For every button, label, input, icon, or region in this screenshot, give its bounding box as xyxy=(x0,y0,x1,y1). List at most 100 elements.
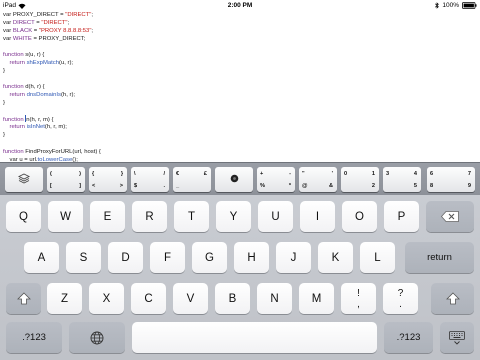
key-d[interactable]: D xyxy=(108,242,143,273)
code-token: FindProxyForURL(url, host) { xyxy=(23,149,101,155)
extra-key-char: 7 xyxy=(467,171,471,177)
key-exclaim-comma[interactable]: !, xyxy=(341,283,376,314)
key-o[interactable]: O xyxy=(342,201,377,232)
extra-key-currency[interactable]: € £ _ xyxy=(173,167,211,192)
key-u[interactable]: U xyxy=(258,201,293,232)
extra-key-parens-brackets[interactable]: () [] xyxy=(47,167,85,192)
key-w[interactable]: W xyxy=(48,201,83,232)
extra-key-char: < xyxy=(92,183,96,189)
extra-key-slash-dollar[interactable]: \ / $. xyxy=(131,167,169,192)
extra-key-char: £ xyxy=(203,171,207,177)
shift-key-right[interactable] xyxy=(431,283,474,314)
key-h[interactable]: H xyxy=(234,242,269,273)
extra-key-char: % xyxy=(260,183,265,189)
key-z[interactable]: Z xyxy=(47,283,82,314)
code-line: var PROXY_DIRECT = "DIRECT"; xyxy=(3,11,93,19)
key-label: P xyxy=(397,210,406,223)
code-token: var PROXY_DIRECT = xyxy=(3,12,66,18)
extra-key-char: _ xyxy=(176,183,180,189)
numbers-key-left[interactable]: .?123 xyxy=(6,322,62,353)
key-label: B xyxy=(228,292,237,305)
battery-icon xyxy=(462,2,477,9)
layers-icon xyxy=(17,173,31,186)
extra-key-math[interactable]: + -% * xyxy=(257,167,295,192)
extra-key-char: . xyxy=(163,183,165,189)
key-label: Q xyxy=(19,210,28,223)
key-s[interactable]: S xyxy=(66,242,101,273)
code-token: DIRECT xyxy=(12,20,35,26)
code-token: function xyxy=(3,84,24,90)
key-j[interactable]: J xyxy=(276,242,311,273)
key-c[interactable]: C xyxy=(131,283,166,314)
extra-key-cursor[interactable] xyxy=(215,167,253,192)
key-label: T xyxy=(187,210,196,223)
code-token: BLACK xyxy=(12,28,33,34)
key-label: O xyxy=(355,210,364,223)
return-key[interactable]: return xyxy=(405,242,474,273)
dismiss-keyboard-key[interactable] xyxy=(440,322,474,353)
key-a[interactable]: A xyxy=(24,242,59,273)
shift-key-left[interactable] xyxy=(6,283,41,314)
key-v[interactable]: V xyxy=(173,283,208,314)
key-label: N xyxy=(270,292,279,305)
key-label: X xyxy=(102,292,111,305)
shift-icon xyxy=(16,292,31,305)
key-question-period[interactable]: ?. xyxy=(383,283,418,314)
key-label: ? xyxy=(397,287,404,299)
code-token: ; xyxy=(67,20,70,26)
code-token: dnsDomainIs xyxy=(26,92,61,98)
code-token: return xyxy=(3,92,27,98)
key-l[interactable]: L xyxy=(360,242,395,273)
code-editor[interactable]: var PROXY_DIRECT = "DIRECT"; var DIRECT =… xyxy=(0,11,480,162)
extra-key-char: 0 xyxy=(344,171,348,177)
extra-key-char: 9 xyxy=(467,183,471,189)
key-y[interactable]: Y xyxy=(216,201,251,232)
key-p[interactable]: P xyxy=(384,201,419,232)
key-r[interactable]: R xyxy=(132,201,167,232)
key-t[interactable]: T xyxy=(174,201,209,232)
extra-key-digits-0-2[interactable]: 0 1 2 xyxy=(341,167,379,192)
extra-key-char: ' xyxy=(331,171,333,177)
space-bar[interactable] xyxy=(132,322,377,353)
backspace-key[interactable] xyxy=(426,201,474,232)
extra-key-digits-6-9[interactable]: 6 7 8 9 xyxy=(427,167,475,192)
globe-key[interactable] xyxy=(69,322,125,353)
extra-key-char: 2 xyxy=(371,183,375,189)
key-label: D xyxy=(121,251,130,264)
status-right: 100% xyxy=(435,2,477,9)
key-b[interactable]: B xyxy=(215,283,250,314)
status-bar: iPad 2:00 PM 100% xyxy=(0,0,480,11)
key-f[interactable]: F xyxy=(150,242,185,273)
extra-key-quotes[interactable]: " ' @ & xyxy=(299,167,337,192)
key-label: U xyxy=(271,210,280,223)
key-k[interactable]: K xyxy=(318,242,353,273)
extra-key-char: € xyxy=(176,171,180,177)
extra-key-digits-3-5[interactable]: 3 4 5 xyxy=(383,167,421,192)
key-i[interactable]: I xyxy=(300,201,335,232)
key-e[interactable]: E xyxy=(90,201,125,232)
extra-key-char: * xyxy=(288,183,291,189)
key-label: W xyxy=(60,210,71,223)
keyboard-dismiss-icon xyxy=(449,330,465,345)
key-x[interactable]: X xyxy=(89,283,124,314)
extra-key-layers[interactable] xyxy=(5,167,43,192)
extra-key-char: > xyxy=(119,183,123,189)
key-g[interactable]: G xyxy=(192,242,227,273)
key-n[interactable]: N xyxy=(257,283,292,314)
shift-icon xyxy=(445,292,460,305)
code-token: "DIRECT" xyxy=(41,20,68,26)
onscreen-keyboard: Q W E R T Y U I O P A S D F G H J K Lreturn Z X C V B N M!,?. .?12… xyxy=(0,195,480,360)
code-token: } xyxy=(3,100,5,106)
numbers-key-right[interactable]: .?123 xyxy=(384,322,433,353)
code-token: (h, r); xyxy=(60,92,76,98)
extra-key-char: - xyxy=(289,171,291,177)
key-label: I xyxy=(315,210,320,223)
code-token: d(h, r) { xyxy=(23,84,45,90)
extra-key-braces-angles[interactable]: {} < > xyxy=(89,167,127,192)
extra-key-char: ) xyxy=(79,171,81,177)
code-token: return xyxy=(3,60,27,66)
cursor-dot-icon xyxy=(230,174,239,185)
key-q[interactable]: Q xyxy=(6,201,41,232)
key-m[interactable]: M xyxy=(299,283,334,314)
code-line: } xyxy=(3,131,5,139)
